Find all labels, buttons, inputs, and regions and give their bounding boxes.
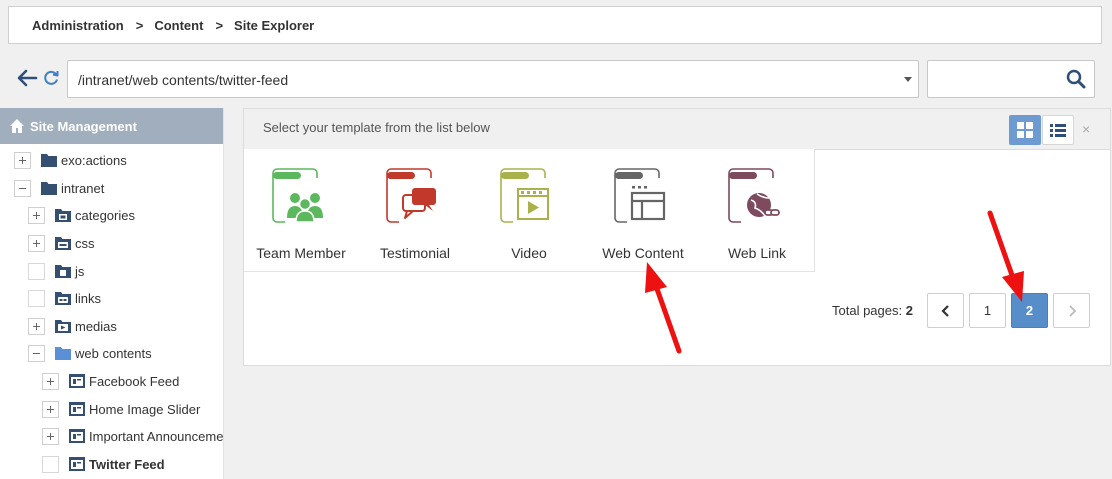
tree-label-selected: Twitter Feed (89, 456, 165, 472)
template-tile-team-member[interactable]: Team Member (244, 149, 359, 272)
back-arrow-icon[interactable] (16, 67, 38, 89)
list-view-button[interactable] (1042, 115, 1074, 145)
path-value: /intranet/web contents/twitter-feed (78, 72, 289, 88)
expand-toggle[interactable] (28, 317, 45, 335)
template-panel-title: Select your template from the list below (263, 120, 490, 135)
tree-label: Important Announceme (89, 428, 224, 444)
breadcrumb-separator: > (215, 17, 224, 33)
tree-node-categories[interactable]: categories (28, 204, 135, 226)
next-page-button[interactable] (1053, 293, 1090, 328)
site-management-title: Site Management (30, 118, 137, 134)
folder-icon (41, 154, 57, 167)
web-content-icon (69, 429, 85, 443)
grid-icon (1017, 122, 1033, 138)
site-management-header[interactable]: Site Management (0, 108, 223, 144)
site-management-panel: Site Management exo:actions intranet cat… (0, 108, 224, 479)
collapse-toggle[interactable] (28, 344, 45, 362)
template-selector-panel: Select your template from the list below… (243, 108, 1111, 366)
tree-label: Facebook Feed (89, 373, 180, 389)
web-content-icon (69, 457, 85, 471)
js-folder-icon (55, 265, 71, 278)
tree-toggle-placeholder (28, 262, 45, 280)
home-icon (10, 119, 24, 133)
tree-toggle-placeholder (42, 455, 59, 473)
expand-toggle[interactable] (42, 400, 59, 418)
expand-toggle[interactable] (14, 151, 31, 169)
template-tile-testimonial[interactable]: Testimonial (358, 149, 473, 272)
web-content-icon (69, 402, 85, 416)
tree-node-home-image-slider[interactable]: Home Image Slider (42, 398, 200, 420)
tree-toggle-placeholder (28, 289, 45, 307)
breadcrumb-separator: > (135, 17, 144, 33)
testimonial-icon (386, 168, 439, 223)
breadcrumb-item-site-explorer: Site Explorer (234, 17, 315, 33)
total-pages-label: Total pages: (832, 303, 903, 318)
page-1-button[interactable]: 1 (969, 293, 1006, 328)
tree-label: medias (75, 318, 117, 334)
search-icon[interactable] (1066, 69, 1086, 89)
grid-view-button[interactable] (1009, 115, 1041, 145)
web-link-icon (728, 168, 781, 223)
tree-node-twitter-feed[interactable]: Twitter Feed (42, 453, 165, 475)
template-label: Web Link (727, 245, 787, 261)
tree-label: css (75, 235, 95, 251)
folder-icon (41, 182, 57, 195)
expand-toggle[interactable] (28, 234, 45, 252)
category-folder-icon (55, 209, 71, 222)
web-content-icon (614, 168, 667, 223)
tree-label: web contents (75, 345, 152, 361)
list-icon (1050, 124, 1066, 137)
expand-toggle[interactable] (42, 427, 59, 445)
tree-label: categories (75, 207, 135, 223)
tree-node-intranet[interactable]: intranet (14, 177, 104, 199)
chevron-left-icon (940, 304, 949, 317)
tree-label: links (75, 290, 102, 306)
breadcrumb-item-administration[interactable]: Administration (32, 18, 124, 33)
template-panel-header: Select your template from the list below… (244, 109, 1110, 150)
chevron-right-icon (1068, 304, 1076, 317)
open-folder-icon (55, 347, 71, 360)
chevron-down-icon[interactable] (904, 77, 912, 82)
breadcrumb: Administration > Content > Site Explorer (8, 6, 1102, 44)
tree-node-medias[interactable]: medias (28, 315, 117, 337)
template-label: Video (511, 245, 547, 261)
tree-node-js[interactable]: js (28, 260, 84, 282)
expand-toggle[interactable] (42, 372, 59, 390)
breadcrumb-item-content[interactable]: Content (154, 18, 203, 33)
tree-node-facebook-feed[interactable]: Facebook Feed (42, 370, 179, 392)
expand-toggle[interactable] (28, 206, 45, 224)
tree-node-important-announcements[interactable]: Important Announceme (42, 425, 223, 447)
close-button[interactable]: × (1082, 121, 1090, 137)
template-tile-web-link[interactable]: Web Link (700, 149, 815, 272)
tree-node-exo-actions[interactable]: exo:actions (14, 149, 127, 171)
tree-label: Home Image Slider (89, 401, 201, 417)
tree-node-web-contents[interactable]: web contents (28, 342, 152, 364)
link-folder-icon (55, 292, 71, 305)
path-input[interactable]: /intranet/web contents/twitter-feed (67, 60, 919, 98)
tree-node-css[interactable]: css (28, 232, 95, 254)
refresh-icon[interactable] (42, 69, 60, 87)
total-pages-text: Total pages: 2 (832, 303, 913, 318)
team-member-icon (272, 168, 325, 223)
tree-label: intranet (61, 180, 105, 196)
css-folder-icon (55, 237, 71, 250)
tree-node-links[interactable]: links (28, 287, 101, 309)
web-content-icon (69, 374, 85, 388)
template-label: Web Content (602, 245, 684, 261)
prev-page-button[interactable] (927, 293, 964, 328)
media-folder-icon (55, 320, 71, 333)
video-icon (500, 168, 553, 223)
breadcrumb-bar: Administration > Content > Site Explorer (0, 0, 1112, 52)
tree-label: exo:actions (61, 152, 127, 168)
template-tile-web-content[interactable]: Web Content (586, 149, 701, 272)
page-2-button[interactable]: 2 (1011, 293, 1048, 328)
search-input[interactable] (927, 60, 1095, 98)
address-row: /intranet/web contents/twitter-feed (0, 52, 1112, 108)
total-pages-count: 2 (905, 303, 913, 318)
template-label: Team Member (256, 245, 346, 261)
tree-label: js (75, 263, 85, 279)
collapse-toggle[interactable] (14, 179, 31, 197)
template-label: Testimonial (379, 245, 451, 261)
template-tile-video[interactable]: Video (472, 149, 587, 272)
